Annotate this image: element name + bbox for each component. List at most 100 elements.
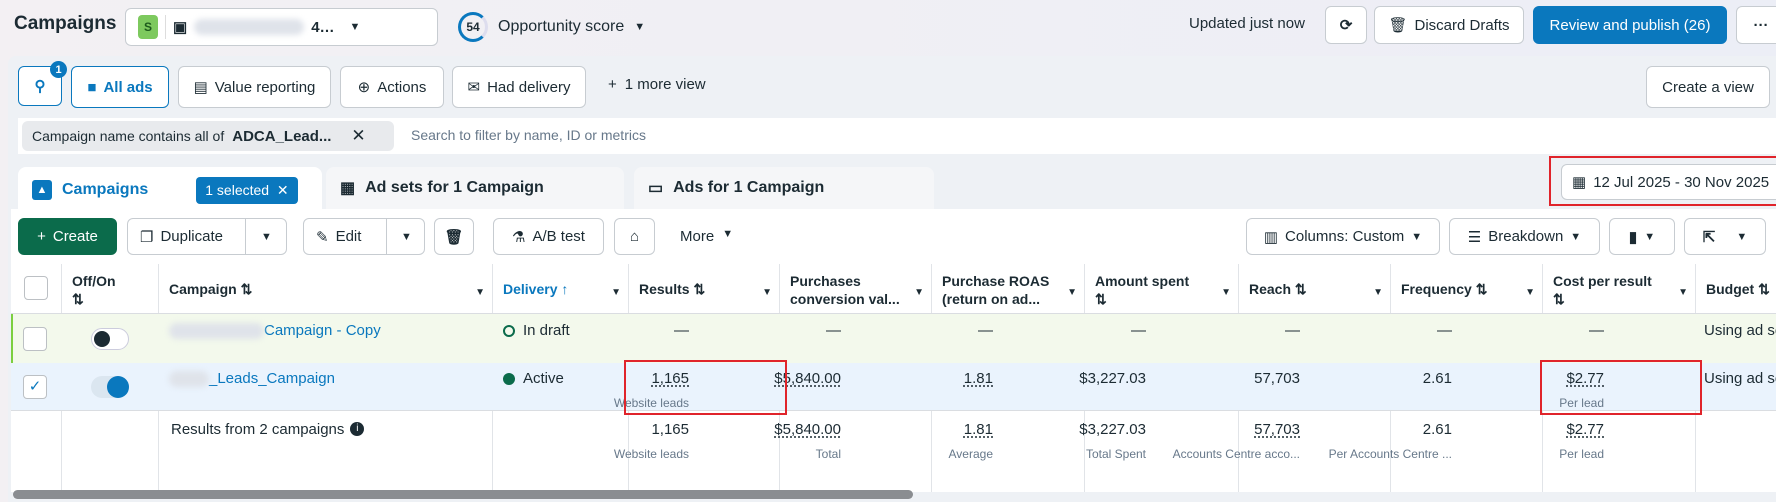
breakdown-icon: ☰	[1467, 228, 1482, 246]
plus-icon: +	[608, 76, 617, 93]
copy-icon: ❐	[140, 228, 154, 246]
summary-purchases[interactable]: $5,840.00	[774, 421, 841, 438]
row-checkbox-checked[interactable]: ✓	[23, 375, 47, 399]
horizontal-scrollbar[interactable]	[13, 490, 913, 499]
select-all-checkbox[interactable]	[24, 276, 48, 300]
chevron-down-icon[interactable]: ▼	[386, 219, 426, 254]
highlight-box	[1540, 360, 1702, 415]
results-value: —	[674, 322, 689, 339]
summary-roas[interactable]: 1.81	[949, 421, 993, 438]
summary-amount: $3,227.03	[1079, 421, 1146, 438]
col-frequency[interactable]: Frequency ⇅ ▼	[1391, 264, 1543, 314]
frequency-value: —	[1437, 322, 1452, 339]
page-title: Campaigns	[14, 13, 117, 34]
report-icon: ▤	[193, 79, 208, 96]
summary-cost[interactable]: $2.77	[1559, 421, 1604, 438]
tab-campaigns[interactable]: ▲ Campaigns 1 selected ✕	[18, 167, 322, 213]
roas-value[interactable]: 1.81	[964, 370, 993, 387]
refresh-button[interactable]: ⟳	[1325, 6, 1367, 44]
breakdown-button[interactable]: ☰ Breakdown ▼	[1449, 218, 1600, 255]
budget-value: Using ad se	[1704, 370, 1776, 387]
active-status-icon	[503, 373, 515, 385]
summary-results-label: Website leads	[613, 447, 689, 461]
calendar-icon: ▦	[1572, 174, 1587, 191]
export-icon: ⇱	[1702, 228, 1716, 246]
summary-cost-label: Per lead	[1559, 447, 1604, 461]
more-views-button[interactable]: +1 more view	[608, 76, 706, 93]
frequency-value: 2.61	[1422, 370, 1452, 387]
delivery-status: In draft	[503, 322, 570, 339]
columns-icon: ▥	[1263, 228, 1279, 246]
tab-ad-sets[interactable]: ▦ Ad sets for 1 Campaign	[326, 167, 624, 209]
discard-drafts-button[interactable]: 🗑 Discard Drafts	[1374, 6, 1524, 44]
info-icon[interactable]: i	[350, 422, 365, 436]
summary-results: 1,165	[651, 421, 689, 438]
col-roas[interactable]: Purchase ROAS (return on ad... ▼	[932, 264, 1085, 314]
search-icon: ⚲	[34, 78, 46, 95]
reach-value: —	[1285, 322, 1300, 339]
col-amount-spent[interactable]: Amount spent ⇅ ▼	[1085, 264, 1239, 314]
folder-icon: ■	[87, 78, 97, 96]
purchases-value: —	[826, 322, 841, 339]
col-cost-per-result[interactable]: Cost per result ⇅ ▼	[1543, 264, 1696, 314]
highlight-box	[624, 360, 787, 415]
create-button[interactable]: + Create	[18, 218, 117, 255]
view-had-delivery[interactable]: ✉ Had delivery	[452, 66, 586, 108]
trash-icon: 🗑	[444, 228, 464, 246]
amount-value: $3,227.03	[1079, 370, 1146, 387]
columns-button[interactable]: ▥ Columns: Custom ▼	[1246, 218, 1440, 255]
col-results[interactable]: Results ⇅ ▼	[629, 264, 780, 314]
row-checkbox[interactable]	[23, 327, 47, 351]
ab-test-button[interactable]: ⚗ A/B test	[493, 218, 604, 255]
delete-button[interactable]: 🗑	[434, 218, 474, 255]
summary-label: Results from 2 campaigns i	[171, 421, 365, 438]
reports-icon: ▮	[1628, 228, 1638, 246]
account-selector[interactable]: S ▣ 4… ▼	[125, 8, 438, 46]
campaign-name-link[interactable]: _Leads_Campaign	[169, 370, 335, 388]
col-purchases[interactable]: Purchases conversion val... ▼	[780, 264, 932, 314]
summary-reach[interactable]: 57,703	[1173, 421, 1300, 438]
more-options-button[interactable]: ···	[1736, 6, 1776, 44]
amount-value: —	[1131, 322, 1146, 339]
summary-frequency-label: Per Accounts Centre ...	[1328, 447, 1452, 461]
more-button[interactable]: More ▼	[680, 228, 733, 245]
col-delivery[interactable]: Delivery ↑ ▼	[493, 264, 629, 314]
tag-button[interactable]: ⌂	[614, 218, 655, 255]
toggle-on[interactable]	[91, 376, 129, 398]
col-budget[interactable]: Budget ⇅	[1696, 264, 1776, 314]
account-badge: S	[138, 15, 158, 39]
draft-status-icon	[503, 325, 515, 337]
view-value-reporting[interactable]: ▤ Value reporting	[178, 66, 331, 108]
plus-icon: +	[37, 228, 46, 245]
cost-value: —	[1589, 322, 1604, 339]
edit-button[interactable]: ✎ Edit ▼	[303, 218, 425, 255]
remove-filter-icon[interactable]: ✕	[351, 126, 365, 146]
summary-amount-label: Total Spent	[1085, 447, 1146, 461]
review-publish-button[interactable]: Review and publish (26)	[1533, 6, 1727, 44]
col-offon[interactable]: Off/On ⇅	[62, 264, 159, 314]
reports-button[interactable]: ▮ ▼	[1609, 218, 1675, 255]
selected-badge[interactable]: 1 selected ✕	[196, 176, 298, 204]
filter-search-input[interactable]: Search to filter by name, ID or metrics	[411, 127, 646, 143]
view-all-ads[interactable]: ■ All ads	[71, 66, 169, 108]
duplicate-button[interactable]: ❐ Duplicate ▼	[127, 218, 287, 255]
opportunity-score[interactable]: 54 Opportunity score ▼	[458, 12, 645, 42]
filter-chip[interactable]: Campaign name contains all of ADCA_Lead..…	[22, 121, 394, 151]
chevron-down-icon: ▼	[634, 21, 646, 33]
chevron-down-icon[interactable]: ▼	[245, 219, 287, 254]
envelope-icon: ✉	[467, 79, 481, 96]
create-view-button[interactable]: Create a view	[1646, 66, 1770, 108]
account-name: 4…	[311, 18, 335, 36]
col-campaign[interactable]: Campaign ⇅ ▼	[159, 264, 493, 314]
toggle-off[interactable]	[91, 328, 129, 350]
col-reach[interactable]: Reach ⇅ ▼	[1239, 264, 1391, 314]
view-actions[interactable]: ⊕ Actions	[340, 66, 444, 108]
campaign-name-link[interactable]: Campaign - Copy	[169, 322, 381, 340]
search-button[interactable]: ⚲ 1	[18, 61, 67, 106]
filter-count-badge: 1	[50, 61, 67, 78]
date-range-picker[interactable]: ▦ 12 Jul 2025 - 30 Nov 2025	[1561, 164, 1776, 200]
tab-ads[interactable]: ▭ Ads for 1 Campaign	[634, 167, 934, 209]
window-icon: ▭	[648, 180, 664, 197]
account-icon: ▣	[173, 19, 188, 36]
export-button[interactable]: ⇱ ▼	[1684, 218, 1766, 255]
